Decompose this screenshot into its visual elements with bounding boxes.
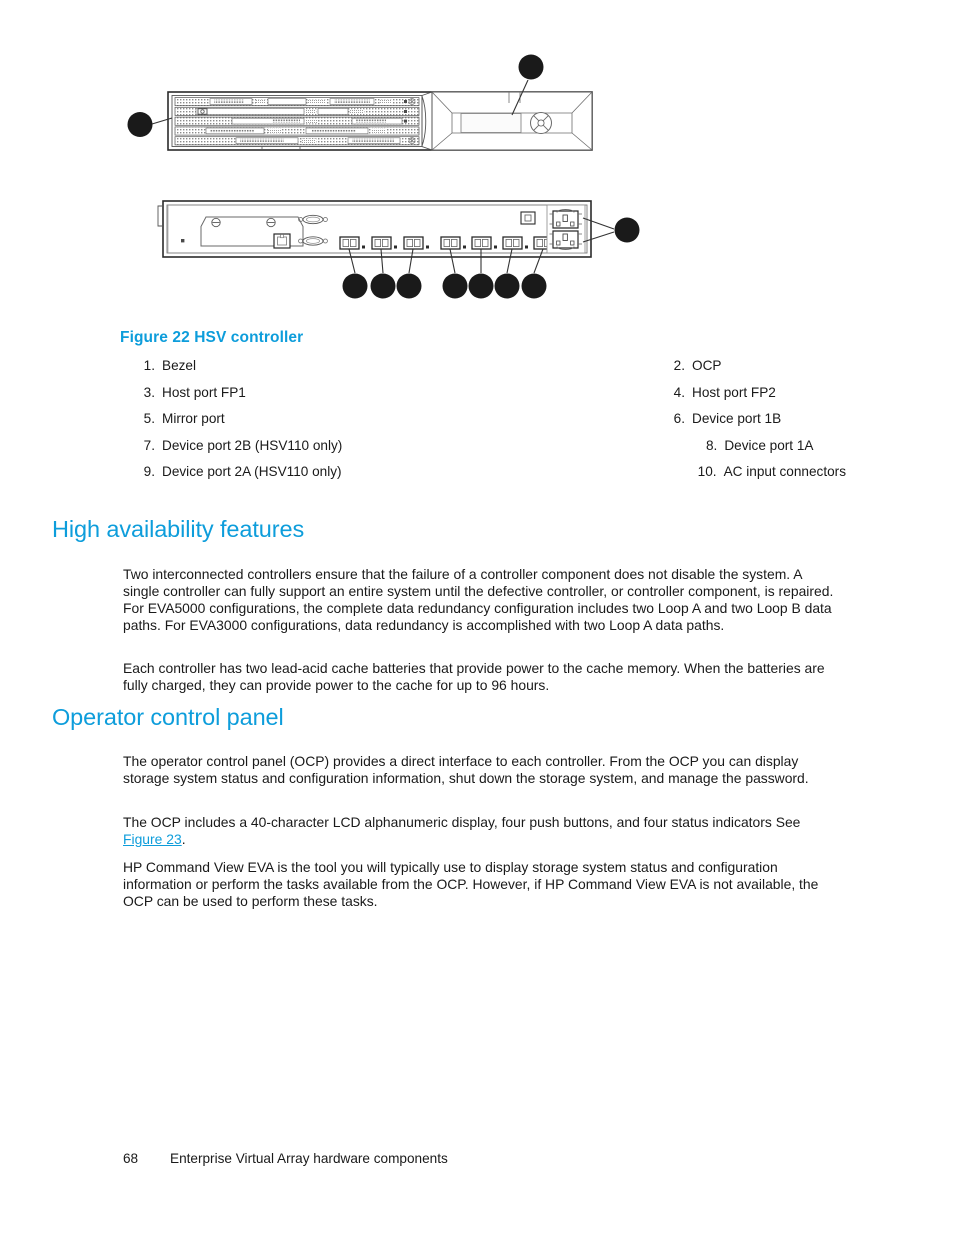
legend-label: Device port 2B (HSV110 only) (162, 437, 343, 453)
figure-23-cross-reference-link[interactable]: Figure 23 (123, 831, 182, 847)
rear-view (157, 200, 640, 299)
legend-item: 5. Mirror port (120, 411, 310, 428)
ocp-button-cluster[interactable] (530, 112, 552, 134)
legend-item: 8. Device port 1A (342, 438, 840, 455)
document-page: Figure 22 HSV controller 1. Bezel 2. OCP… (0, 0, 954, 1235)
callout-marker-2 (518, 54, 544, 80)
legend-number: 6. (673, 411, 685, 427)
thumbscrew-icon (266, 217, 276, 228)
legend-number: 3. (143, 384, 155, 400)
paragraph-ocp-3: HP Command View EVA is the tool you will… (123, 858, 819, 909)
hsv-controller-diagram (127, 54, 640, 299)
callout-marker-9 (442, 273, 468, 299)
callout-marker-4 (521, 273, 547, 299)
ocp-panel (431, 91, 593, 151)
ocp-lcd-display (460, 113, 522, 133)
paragraph-ocp-1: The operator control panel (OCP) provide… (123, 752, 809, 786)
figure-legend: 1. Bezel 2. OCP 3. Host port FP1 4. Host… (120, 358, 846, 491)
legend-label: Bezel (162, 358, 197, 373)
legend-row: 7. Device port 2B (HSV110 only) 8. Devic… (120, 438, 840, 465)
rear-indicator-led (181, 239, 185, 243)
callout-marker-1 (127, 112, 153, 137)
legend-item: 10. AC input connectors (342, 464, 846, 481)
legend-label: OCP (692, 358, 722, 373)
legend-item: 4. Host port FP2 (310, 385, 840, 402)
callout-marker-6 (494, 273, 520, 299)
legend-number: 2. (673, 358, 685, 373)
legend-number: 9. (143, 464, 155, 480)
front-view (127, 54, 593, 151)
callout-marker-7 (396, 273, 422, 299)
legend-item: 9. Device port 2A (HSV110 only) (120, 464, 342, 481)
legend-row: 1. Bezel 2. OCP (120, 358, 840, 385)
rj45-port (273, 233, 291, 249)
legend-label: Host port FP1 (162, 384, 246, 400)
legend-item: 3. Host port FP1 (120, 385, 310, 402)
legend-row: 9. Device port 2A (HSV110 only) 10. AC i… (120, 464, 846, 491)
legend-label: AC input connectors (723, 464, 846, 480)
legend-label: Device port 2A (HSV110 only) (162, 464, 342, 480)
paragraph-high-availability-1: Two interconnected controllers ensure th… (123, 565, 834, 633)
callout-markers-ports (342, 273, 547, 299)
thumbscrew-icon (211, 217, 221, 228)
legend-label: Host port FP2 (692, 384, 776, 400)
callout-marker-3 (342, 273, 368, 299)
legend-number: 7. (143, 437, 155, 453)
paragraph-ocp-2-text-before: The OCP includes a 40-character LCD alph… (123, 813, 801, 830)
rear-status-indicator (520, 211, 536, 225)
paragraph-ocp-2-text-after: . (181, 830, 186, 847)
callout-marker-8 (468, 273, 494, 299)
legend-number: 8. (705, 437, 718, 453)
paragraph-high-availability-2: Each controller has two lead-acid cache … (123, 659, 825, 693)
legend-item: 1. Bezel (120, 358, 310, 375)
legend-number: 10. (697, 464, 717, 480)
bezel (171, 95, 423, 150)
footer-page-number: 68 (123, 1151, 139, 1166)
legend-number: 5. (143, 411, 155, 427)
ac-inlet-upper (549, 209, 582, 229)
footer-chapter-title: Enterprise Virtual Array hardware compon… (170, 1151, 448, 1166)
ac-inlet-lower (549, 230, 582, 250)
callout-marker-5 (370, 273, 396, 299)
paragraph-ocp-2: The OCP includes a 40-character LCD alph… (123, 814, 835, 848)
ac-input-connectors (546, 204, 586, 254)
legend-label: Device port 1A (724, 437, 814, 453)
figure-caption: Figure 22 HSV controller (120, 329, 304, 346)
legend-item: 2. OCP (310, 358, 840, 375)
legend-row: 5. Mirror port 6. Device port 1B (120, 411, 840, 438)
heading-operator-control-panel: Operator control panel (52, 704, 284, 730)
callout-1-bezel (127, 112, 173, 137)
callout-marker-10 (614, 217, 640, 243)
legend-number: 1. (143, 358, 155, 373)
legend-item: 6. Device port 1B (310, 411, 840, 428)
legend-row: 3. Host port FP1 4. Host port FP2 (120, 385, 840, 412)
legend-number: 4. (673, 384, 685, 400)
legend-label: Mirror port (162, 411, 225, 427)
legend-item: 7. Device port 2B (HSV110 only) (120, 437, 343, 455)
figure-22-hsv-controller (0, 0, 954, 320)
legend-label: Device port 1B (692, 411, 782, 427)
page-footer: 68 Enterprise Virtual Array hardware com… (123, 1151, 883, 1166)
heading-high-availability-features: High availability features (52, 516, 305, 542)
